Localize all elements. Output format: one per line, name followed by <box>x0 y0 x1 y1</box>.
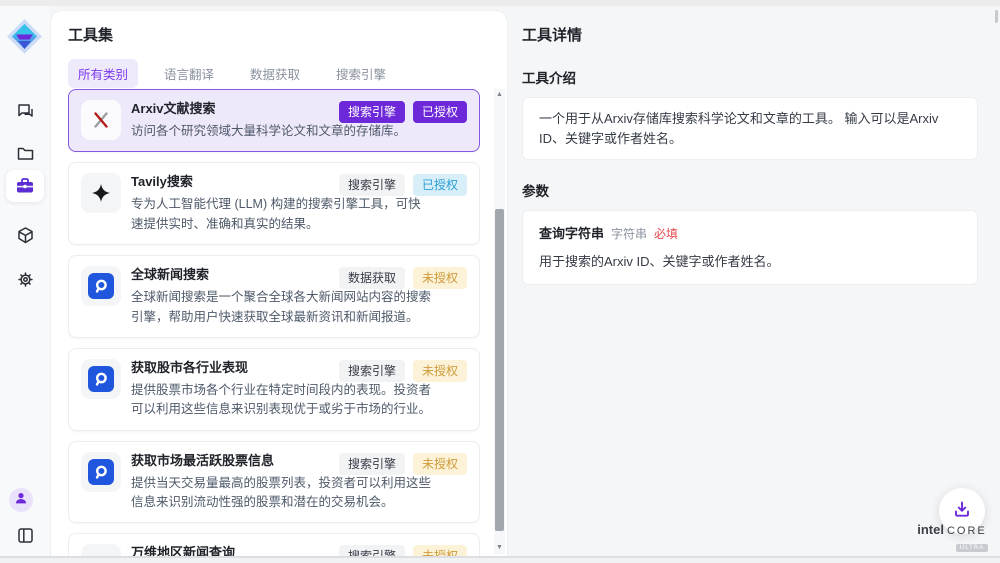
news-search-icon <box>81 359 121 399</box>
category-badge: 搜索引擎 <box>339 453 405 475</box>
person-icon <box>14 491 28 510</box>
auth-status-badge: 未授权 <box>413 453 467 475</box>
tool-card-active-stocks[interactable]: 获取市场最活跃股票信息 提供当天交易量最高的股票列表，投资者可以利用这些信息来识… <box>68 441 480 524</box>
scroll-up-arrow-icon[interactable]: ▲ <box>494 89 505 101</box>
category-badge: 数据获取 <box>339 267 405 289</box>
arxiv-icon <box>81 100 121 140</box>
folder-icon <box>16 144 35 163</box>
gear-icon <box>16 270 35 289</box>
parameter-description: 用于搜索的Arxiv ID、关键字或作者姓名。 <box>539 252 961 272</box>
sidebar <box>0 6 50 556</box>
tool-card-arxiv[interactable]: Arxiv文献搜索 访问各个研究领域大量科学论文和文章的存储库。 搜索引擎 已授… <box>68 89 480 152</box>
tool-card-regional-news[interactable]: 万维地区新闻查询 查询具体行政区划内的新闻，快速了解各地新闻动 搜索引擎 未授权 <box>68 533 480 556</box>
intel-ultra-badge: ULTRA <box>956 544 988 552</box>
sidebar-item-chat[interactable] <box>6 94 44 128</box>
intel-product-text: core <box>947 526 987 537</box>
page-title: 工具集 <box>68 24 113 45</box>
toolset-panel: 工具集 所有类别 语言翻译 数据获取 搜索引擎 Arxiv文献搜索 访问各个研究… <box>50 10 508 556</box>
user-avatar[interactable] <box>9 488 33 512</box>
category-badge: 搜索引擎 <box>339 101 405 123</box>
category-tabs: 所有类别 语言翻译 数据获取 搜索引擎 <box>68 59 396 88</box>
tab-translation[interactable]: 语言翻译 <box>154 59 224 88</box>
tool-card-global-news[interactable]: 全球新闻搜索 全球新闻搜索是一个聚合全球各大新闻网站内容的搜索引擎，帮助用户快速… <box>68 255 480 338</box>
tool-description: 专为人工智能代理 (LLM) 构建的搜索引擎工具，可快速提供实时、准确和真实的结… <box>131 195 431 234</box>
details-scrollbar[interactable] <box>995 10 998 23</box>
list-scrollbar[interactable]: ▲ ▼ <box>494 89 505 554</box>
category-badge: 搜索引擎 <box>339 545 405 556</box>
app-window: 工具集 所有类别 语言翻译 数据获取 搜索引擎 Arxiv文献搜索 访问各个研究… <box>0 0 1000 563</box>
news-search-icon <box>81 452 121 492</box>
chat-icon <box>16 102 35 121</box>
tool-description: 提供当天交易量最高的股票列表，投资者可以利用这些信息来识别流动性强的股票和潜在的… <box>131 474 431 513</box>
intel-brand-text: intel <box>917 523 944 536</box>
tab-search-engine[interactable]: 搜索引擎 <box>326 59 396 88</box>
newspaper-icon <box>81 544 121 556</box>
tab-data-fetch[interactable]: 数据获取 <box>240 59 310 88</box>
tavily-star-icon <box>81 173 121 213</box>
tool-card-sector-performance[interactable]: 获取股市各行业表现 提供股票市场各个行业在特定时间段内的表现。投资者可以利用这些… <box>68 348 480 431</box>
intro-text-box: 一个用于从Arxiv存储库搜索科学论文和文章的工具。 输入可以是Arxiv ID… <box>522 97 978 160</box>
category-badge: 搜索引擎 <box>339 360 405 382</box>
tab-all-categories[interactable]: 所有类别 <box>68 59 138 88</box>
params-heading: 参数 <box>522 180 978 200</box>
scrollbar-thumb[interactable] <box>495 209 504 531</box>
tool-description: 提供股票市场各个行业在特定时间段内的表现。投资者可以利用这些信息来识别表现优于或… <box>131 381 431 420</box>
parameter-type: 字符串 <box>611 225 647 243</box>
auth-status-badge: 已授权 <box>413 101 467 123</box>
window-bottom-edge <box>0 556 1000 563</box>
layout-columns-icon <box>16 526 35 545</box>
category-badge: 搜索引擎 <box>339 174 405 196</box>
sidebar-item-collapse[interactable] <box>6 518 44 552</box>
auth-status-badge: 已授权 <box>413 174 467 196</box>
cube-icon <box>16 226 35 245</box>
tool-description: 全球新闻搜索是一个聚合全球各大新闻网站内容的搜索引擎，帮助用户快速获取全球最新资… <box>131 288 431 327</box>
auth-status-badge: 未授权 <box>413 267 467 289</box>
tool-list: Arxiv文献搜索 访问各个研究领域大量科学论文和文章的存储库。 搜索引擎 已授… <box>68 89 480 556</box>
intro-heading: 工具介绍 <box>522 67 978 87</box>
sidebar-item-files[interactable] <box>6 136 44 170</box>
auth-status-badge: 未授权 <box>413 360 467 382</box>
sidebar-item-settings[interactable] <box>6 262 44 296</box>
parameter-card: 查询字符串 字符串 必填 用于搜索的Arxiv ID、关键字或作者姓名。 <box>522 210 978 285</box>
details-title: 工具详情 <box>522 24 978 45</box>
sidebar-item-models[interactable] <box>6 218 44 252</box>
download-icon <box>952 499 972 524</box>
tool-details-panel: 工具详情 工具介绍 一个用于从Arxiv存储库搜索科学论文和文章的工具。 输入可… <box>508 6 1000 556</box>
sidebar-item-tools[interactable] <box>6 170 44 202</box>
scroll-down-arrow-icon[interactable]: ▼ <box>494 542 505 554</box>
app-logo-icon <box>6 18 43 55</box>
tool-description: 访问各个研究领域大量科学论文和文章的存储库。 <box>131 122 431 141</box>
news-search-icon <box>81 266 121 306</box>
tool-card-tavily[interactable]: Tavily搜索 专为人工智能代理 (LLM) 构建的搜索引擎工具，可快速提供实… <box>68 162 480 245</box>
auth-status-badge: 未授权 <box>413 545 467 556</box>
toolbox-icon <box>15 176 35 196</box>
required-flag: 必填 <box>654 225 678 243</box>
intel-core-logo: intel core ULTRA <box>912 523 992 553</box>
parameter-name: 查询字符串 <box>539 224 604 244</box>
